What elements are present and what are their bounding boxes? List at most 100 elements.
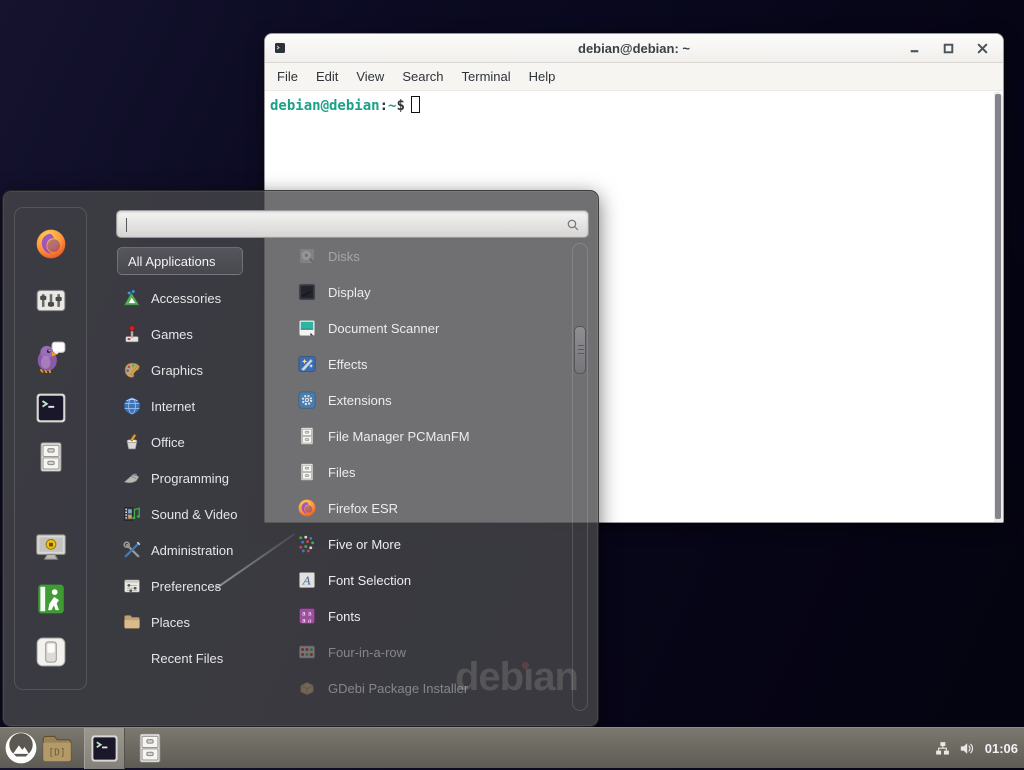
volume-icon[interactable] bbox=[958, 740, 975, 757]
category-recent-files[interactable]: Recent Files bbox=[117, 640, 267, 676]
favorite-shutdown[interactable] bbox=[34, 635, 68, 669]
favorite-pidgin[interactable] bbox=[34, 339, 68, 373]
category-programming[interactable]: Programming bbox=[117, 460, 267, 496]
search-icon bbox=[566, 218, 580, 232]
taskbar-menu[interactable] bbox=[4, 731, 38, 770]
terminal-menu-file[interactable]: File bbox=[268, 64, 307, 89]
category-graphics[interactable]: Graphics bbox=[117, 352, 267, 388]
terminal-titlebar[interactable]: debian@debian: ~ bbox=[265, 34, 1003, 63]
app-five-or-more[interactable]: Five or More bbox=[266, 526, 572, 562]
maximize-icon bbox=[942, 42, 955, 55]
app-file-manager-pcmanfm[interactable]: File Manager PCManFM bbox=[266, 418, 572, 454]
category-preferences[interactable]: Preferences bbox=[117, 568, 267, 604]
app-gdebi-package-installer[interactable]: GDebi Package Installer bbox=[266, 670, 572, 706]
taskbar-terminal-active[interactable] bbox=[84, 728, 125, 769]
app-four-in-a-row[interactable]: Four-in-a-row bbox=[266, 634, 572, 670]
app-label: Font Selection bbox=[328, 573, 411, 588]
category-sound-video[interactable]: Sound & Video bbox=[117, 496, 267, 532]
terminal-menu-view[interactable]: View bbox=[347, 64, 393, 89]
terminal-menu-help[interactable]: Help bbox=[520, 64, 565, 89]
app-label: File Manager PCManFM bbox=[328, 429, 470, 444]
minimize-button[interactable] bbox=[908, 42, 921, 55]
application-list: Disks Display Document ScannerEffects Exten… bbox=[266, 238, 572, 706]
app-label: Display bbox=[328, 285, 371, 300]
window-controls bbox=[908, 34, 989, 62]
app-document-scanner[interactable]: Document Scanner bbox=[266, 310, 572, 346]
five-or-more-icon bbox=[297, 534, 317, 554]
category-games[interactable]: Games bbox=[117, 316, 267, 352]
taskbar-files[interactable] bbox=[133, 731, 167, 770]
file-cabinet-icon bbox=[133, 731, 167, 765]
folder-icon: [D] bbox=[40, 731, 74, 765]
app-font-selection[interactable]: A Font Selection bbox=[266, 562, 572, 598]
network-icon[interactable] bbox=[934, 740, 951, 757]
category-internet[interactable]: Internet bbox=[117, 388, 267, 424]
terminal-icon bbox=[34, 391, 68, 425]
taskbar-clock: 01:06 bbox=[985, 741, 1018, 756]
app-label: Firefox ESR bbox=[328, 501, 398, 516]
file-cabinet-icon bbox=[297, 462, 317, 482]
terminal-menu-edit[interactable]: Edit bbox=[307, 64, 347, 89]
category-label: Graphics bbox=[151, 363, 203, 378]
app-label: Extensions bbox=[328, 393, 392, 408]
app-label: Disks bbox=[328, 249, 360, 264]
file-cabinet-icon bbox=[297, 426, 317, 446]
places-icon bbox=[122, 612, 142, 632]
app-fonts[interactable]: aaaaFonts bbox=[266, 598, 572, 634]
taskbar: [D] 01:06 bbox=[0, 727, 1024, 768]
app-display[interactable]: Display bbox=[266, 274, 572, 310]
four-in-a-row-icon bbox=[297, 642, 317, 662]
app-effects[interactable]: Effects bbox=[266, 346, 572, 382]
app-firefox-esr[interactable]: Firefox ESR bbox=[266, 490, 572, 526]
gdebi-icon bbox=[297, 678, 317, 698]
maximize-button[interactable] bbox=[942, 42, 955, 55]
favorite-control-center[interactable] bbox=[34, 283, 68, 317]
terminal-scrollbar-thumb[interactable] bbox=[995, 94, 1001, 519]
terminal-cursor bbox=[411, 96, 420, 113]
prompt-separator: : bbox=[380, 98, 388, 114]
category-label: All Applications bbox=[128, 254, 215, 269]
search-box[interactable] bbox=[116, 210, 589, 238]
category-label: Preferences bbox=[151, 579, 221, 594]
app-files[interactable]: Files bbox=[266, 454, 572, 490]
favorite-terminal[interactable] bbox=[34, 391, 68, 425]
category-administration[interactable]: Administration bbox=[117, 532, 267, 568]
menu-scrollbar-thumb[interactable] bbox=[574, 326, 586, 374]
close-button[interactable] bbox=[976, 42, 989, 55]
terminal-scrollbar[interactable] bbox=[994, 92, 1003, 522]
search-input[interactable] bbox=[125, 214, 555, 234]
taskbar-file-manager[interactable]: [D] bbox=[40, 731, 74, 770]
category-accessories[interactable]: Accessories bbox=[117, 280, 267, 316]
app-disks[interactable]: Disks bbox=[266, 238, 572, 274]
svg-text:A: A bbox=[302, 574, 311, 587]
display-icon bbox=[297, 282, 317, 302]
category-office[interactable]: Office bbox=[117, 424, 267, 460]
terminal-menu-terminal[interactable]: Terminal bbox=[453, 64, 520, 89]
menu-scrollbar[interactable] bbox=[572, 243, 588, 711]
favorite-file-manager[interactable] bbox=[34, 440, 68, 474]
svg-text:a: a bbox=[308, 617, 312, 624]
shutdown-icon bbox=[34, 635, 68, 669]
app-extensions[interactable]: Extensions bbox=[266, 382, 572, 418]
favorite-firefox[interactable] bbox=[34, 227, 68, 261]
favorite-logout[interactable] bbox=[34, 582, 68, 616]
terminal-window-icon bbox=[274, 42, 286, 54]
category-label: Places bbox=[151, 615, 190, 630]
programming-icon bbox=[122, 468, 142, 488]
logout-icon bbox=[34, 582, 68, 616]
category-all-applications[interactable]: All Applications bbox=[117, 247, 243, 275]
favorite-lock-screen[interactable] bbox=[34, 530, 68, 564]
accessories-icon bbox=[122, 288, 142, 308]
terminal-menu-search[interactable]: Search bbox=[393, 64, 452, 89]
sound-video-icon bbox=[122, 504, 142, 524]
terminal-menubar: FileEditViewSearchTerminalHelp bbox=[265, 63, 1003, 91]
search-caret bbox=[126, 218, 127, 232]
category-label: Programming bbox=[151, 471, 229, 486]
category-label: Sound & Video bbox=[151, 507, 238, 522]
office-icon bbox=[122, 432, 142, 452]
favorites-panel bbox=[14, 207, 87, 690]
control-center-icon bbox=[34, 283, 68, 317]
category-list: All Applications AccessoriesGames Graphics… bbox=[117, 247, 267, 676]
firefox-icon bbox=[34, 227, 68, 261]
category-places[interactable]: Places bbox=[117, 604, 267, 640]
